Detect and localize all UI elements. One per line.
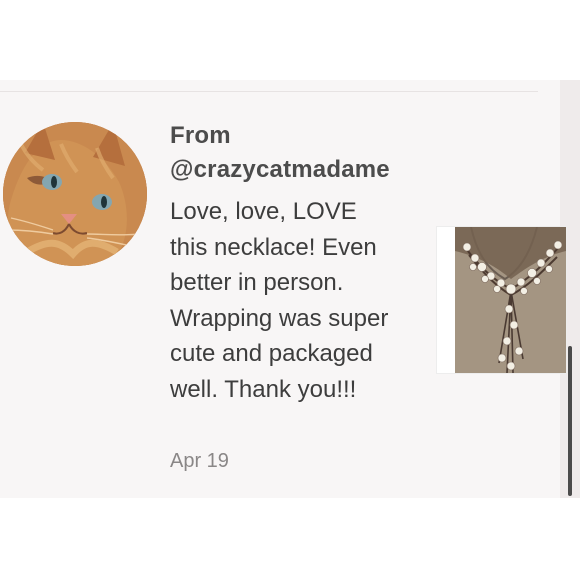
from-label: From [170, 122, 231, 149]
review-text: Love, love, LOVE this necklace! Even bet… [170, 198, 389, 403]
scrollbar-thumb[interactable] [568, 346, 572, 496]
orange-cat-avatar-icon [3, 122, 147, 266]
top-divider [0, 91, 538, 92]
review-card: From @crazycatmadame Love, love, LOVE th… [0, 80, 580, 498]
avatar[interactable] [3, 122, 147, 266]
username-link[interactable]: @crazycatmadame [170, 156, 390, 184]
product-thumbnail[interactable] [437, 227, 566, 373]
pearl-necklace-icon [455, 227, 566, 373]
review-date: Apr 19 [170, 450, 229, 472]
